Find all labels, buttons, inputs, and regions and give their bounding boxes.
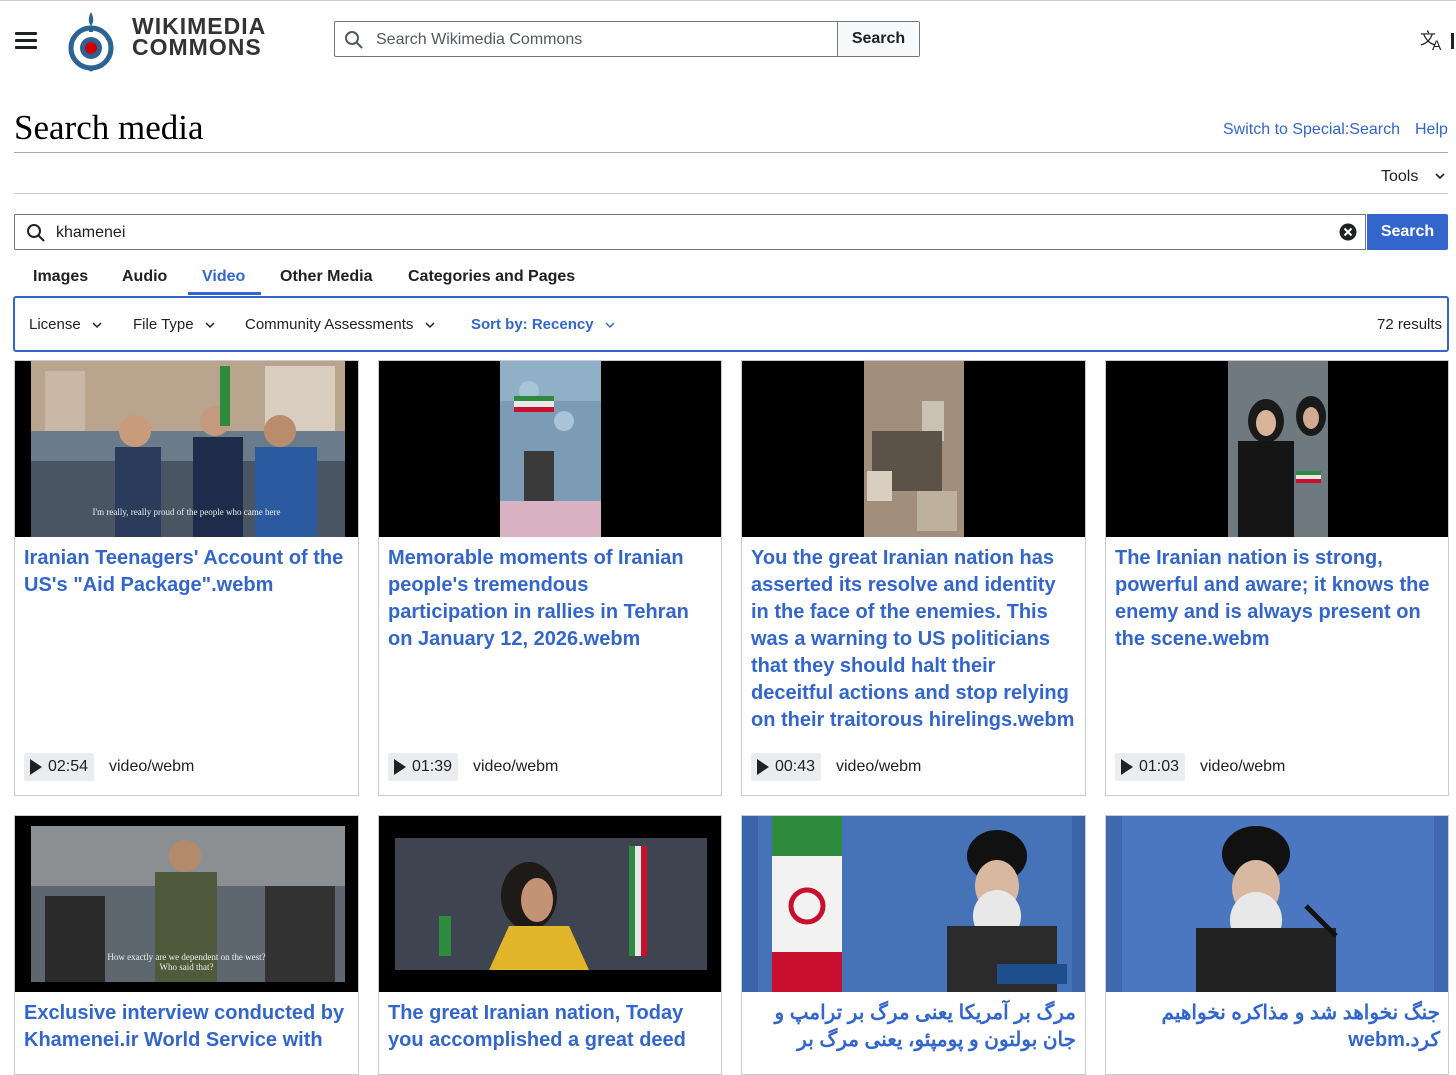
video-thumbnail[interactable]	[742, 816, 1085, 992]
media-search-button[interactable]: Search	[1367, 214, 1448, 250]
result-title-link[interactable]: Exclusive interview conducted by Khamene…	[24, 1000, 349, 1054]
duration-badge: 01:39	[388, 753, 459, 781]
switch-to-special-search-link[interactable]: Switch to Special:Search	[1223, 121, 1400, 139]
wikimedia-commons-logo[interactable]	[66, 10, 116, 72]
play-icon	[394, 759, 406, 775]
language-icon[interactable]: 文 A	[1420, 28, 1446, 52]
tab-video[interactable]: Video	[202, 268, 245, 286]
chevron-down-icon[interactable]	[1432, 168, 1448, 184]
active-tab-indicator	[188, 292, 261, 295]
video-thumbnail[interactable]	[1106, 361, 1448, 537]
duration-text: 01:03	[1139, 758, 1180, 775]
video-thumbnail[interactable]	[1106, 816, 1448, 992]
tab-images[interactable]: Images	[33, 268, 88, 286]
video-caption-line2: Who said that?	[159, 962, 214, 972]
mime-type: video/webm	[473, 758, 559, 775]
mime-type: video/webm	[1200, 758, 1286, 775]
title-divider	[14, 152, 1448, 153]
result-card[interactable]: The Iranian nation is strong, powerful a…	[1105, 360, 1449, 796]
result-title-link[interactable]: The great Iranian nation, Today you acco…	[388, 1000, 713, 1054]
result-card[interactable]: مرگ بر آمریکا یعنی مرگ بر ترامپ و جان بو…	[741, 815, 1086, 1075]
chevron-down-icon	[425, 322, 435, 329]
video-caption: I'm really, really proud of the people w…	[92, 507, 281, 517]
result-title-link[interactable]: The Iranian nation is strong, powerful a…	[1115, 545, 1440, 653]
site-search-input[interactable]: Search Wikimedia Commons	[376, 31, 582, 49]
result-card[interactable]: You the great Iranian nation has asserte…	[741, 360, 1086, 796]
media-search-box[interactable]: khamenei	[14, 214, 1366, 250]
result-card[interactable]: Memorable moments of Iranian people's tr…	[378, 360, 722, 796]
play-icon	[757, 759, 769, 775]
duration-text: 00:43	[775, 758, 816, 775]
license-filter[interactable]: License	[29, 316, 103, 333]
video-thumbnail[interactable]	[742, 361, 1085, 537]
main-menu-icon[interactable]	[12, 26, 40, 54]
result-title-link[interactable]: Iranian Teenagers' Account of the US's "…	[24, 545, 349, 599]
tab-other-media[interactable]: Other Media	[280, 268, 372, 286]
clear-icon[interactable]	[1339, 223, 1357, 241]
tools-divider	[14, 193, 1448, 194]
result-title-link[interactable]: You the great Iranian nation has asserte…	[751, 545, 1076, 734]
video-thumbnail[interactable]: I'm really, really proud of the people w…	[15, 361, 358, 537]
file-type-filter-label: File Type	[133, 316, 194, 333]
video-caption: How exactly are we dependent on the west…	[15, 952, 358, 972]
video-thumbnail[interactable]: How exactly are we dependent on the west…	[15, 816, 358, 992]
svg-text:A: A	[1432, 37, 1442, 52]
site-search-button[interactable]: Search	[837, 22, 919, 56]
video-caption-line1: How exactly are we dependent on the west…	[107, 952, 266, 962]
search-icon	[27, 224, 45, 242]
play-icon	[30, 759, 42, 775]
tab-audio[interactable]: Audio	[122, 268, 167, 286]
help-link[interactable]: Help	[1415, 121, 1448, 139]
result-title-link[interactable]: جنگ نخواهد شد و مذاکره نخواهیم کرد.webm	[1115, 1000, 1440, 1054]
chevron-down-icon	[92, 322, 102, 329]
sort-filter[interactable]: Sort by: Recency	[471, 316, 616, 333]
community-assessments-label: Community Assessments	[245, 316, 414, 333]
result-title-link[interactable]: مرگ بر آمریکا یعنی مرگ بر ترامپ و جان بو…	[751, 1000, 1077, 1054]
duration-text: 02:54	[48, 758, 89, 775]
license-filter-label: License	[29, 316, 81, 333]
mime-type: video/webm	[109, 758, 195, 775]
result-card[interactable]: The great Iranian nation, Today you acco…	[378, 815, 722, 1075]
video-thumbnail[interactable]	[379, 816, 721, 992]
tools-menu-label[interactable]: Tools	[1381, 168, 1418, 186]
community-assessments-filter[interactable]: Community Assessments	[245, 316, 436, 333]
page-title: Search media	[14, 108, 204, 147]
mime-type: video/webm	[836, 758, 922, 775]
video-thumbnail[interactable]	[379, 361, 721, 537]
result-title-link[interactable]: Memorable moments of Iranian people's tr…	[388, 545, 713, 653]
site-wordmark[interactable]: WIKIMEDIA COMMONS	[132, 15, 266, 60]
site-search-box[interactable]: Search Wikimedia Commons Search	[334, 21, 920, 57]
file-type-filter[interactable]: File Type	[133, 316, 216, 333]
wordmark-line2: COMMONS	[132, 34, 262, 60]
tab-categories-and-pages[interactable]: Categories and Pages	[408, 268, 575, 286]
sort-filter-label: Sort by: Recency	[471, 316, 594, 333]
play-icon	[1121, 759, 1133, 775]
duration-text: 01:39	[412, 758, 453, 775]
duration-badge: 01:03	[1115, 753, 1186, 781]
search-icon	[345, 31, 363, 49]
top-border	[0, 0, 1456, 1]
duration-badge: 00:43	[751, 753, 822, 781]
truncated-header-item	[1451, 33, 1454, 49]
results-count: 72 results	[1377, 316, 1443, 333]
filter-bar	[13, 296, 1449, 352]
chevron-down-icon	[205, 322, 215, 329]
result-card[interactable]: I'm really, really proud of the people w…	[14, 360, 359, 796]
chevron-down-icon	[605, 322, 615, 329]
media-search-input[interactable]: khamenei	[56, 224, 125, 242]
result-card[interactable]: جنگ نخواهد شد و مذاکره نخواهیم کرد.webm	[1105, 815, 1449, 1075]
duration-badge: 02:54	[24, 753, 95, 781]
result-card[interactable]: How exactly are we dependent on the west…	[14, 815, 359, 1075]
